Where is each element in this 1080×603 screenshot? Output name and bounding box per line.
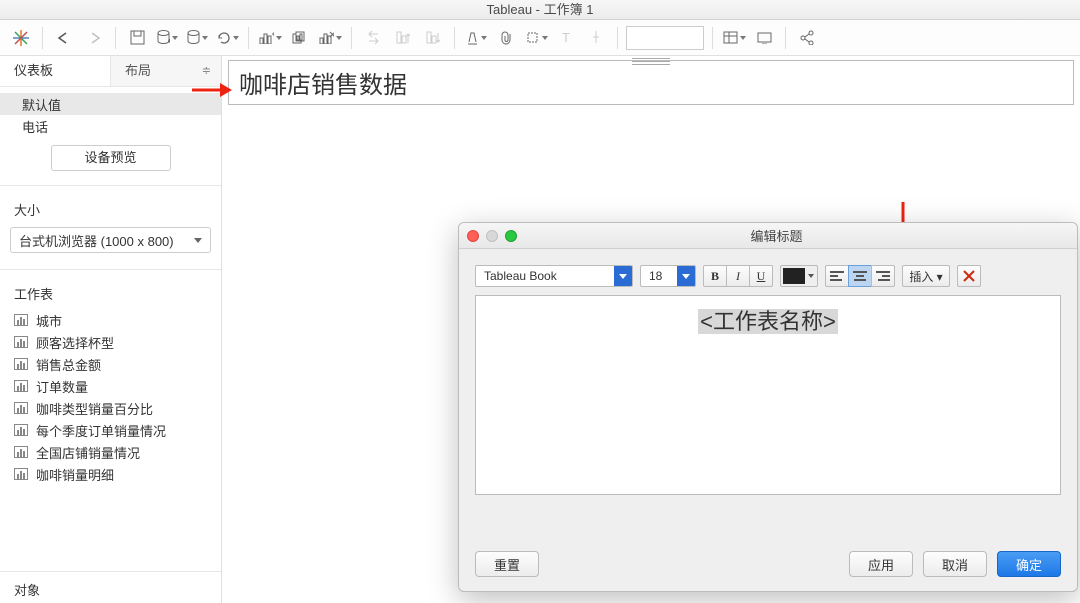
bar-chart-icon xyxy=(14,402,28,414)
size-dropdown[interactable]: 台式机浏览器 (1000 x 800) xyxy=(10,227,211,253)
sheet-label: 顾客选择杯型 xyxy=(36,333,114,352)
app-title-bar: Tableau - 工作簿 1 xyxy=(0,0,1080,20)
back-icon[interactable] xyxy=(50,24,78,52)
apply-button[interactable]: 应用 xyxy=(849,551,913,577)
reset-button[interactable]: 重置 xyxy=(475,551,539,577)
bar-chart-icon xyxy=(14,424,28,436)
sidebar-item-sheet[interactable]: 销售总金额 xyxy=(0,353,221,375)
sidebar-item-phone[interactable]: 电话 xyxy=(0,115,221,137)
align-right-button[interactable] xyxy=(871,265,895,287)
sheet-label: 每个季度订单销量情况 xyxy=(36,421,166,440)
ok-button[interactable]: 确定 xyxy=(997,551,1061,577)
bar-chart-icon xyxy=(14,446,28,458)
tableau-logo-icon xyxy=(7,24,35,52)
clear-formatting-button[interactable] xyxy=(957,265,981,287)
font-size-select[interactable]: 18 xyxy=(640,265,696,287)
bar-chart-icon xyxy=(14,358,28,370)
highlight-icon[interactable] xyxy=(462,24,490,52)
sheet-label: 全国店铺销量情况 xyxy=(36,443,140,462)
minimize-traffic-light-icon xyxy=(486,230,498,242)
font-family-select[interactable]: Tableau Book xyxy=(475,265,633,287)
sidebar-item-sheet[interactable]: 全国店铺销量情况 xyxy=(0,441,221,463)
sidebar-item-sheet[interactable]: 咖啡销量明细 xyxy=(0,463,221,485)
svg-text:T: T xyxy=(562,31,570,44)
new-datasource-icon[interactable] xyxy=(153,24,181,52)
sheet-label: 订单数量 xyxy=(36,377,88,396)
refresh-datasource-icon[interactable] xyxy=(183,24,211,52)
bar-chart-icon xyxy=(14,314,28,326)
fit-dropdown[interactable] xyxy=(626,26,704,50)
crop-icon[interactable] xyxy=(522,24,550,52)
objects-header: 对象 xyxy=(0,571,221,603)
device-preview-button[interactable]: 设备预览 xyxy=(51,145,171,171)
sheet-label: 咖啡销量明细 xyxy=(36,465,114,484)
sheet-label: 咖啡类型销量百分比 xyxy=(36,399,153,418)
cancel-button[interactable]: 取消 xyxy=(923,551,987,577)
duplicate-sheet-icon[interactable] xyxy=(286,24,314,52)
show-me-icon[interactable] xyxy=(720,24,748,52)
align-center-button[interactable] xyxy=(848,265,872,287)
size-header: 大小 xyxy=(0,192,221,223)
dialog-title: 编辑标题 xyxy=(524,226,1029,245)
bar-chart-icon xyxy=(14,468,28,480)
zoom-traffic-light-icon[interactable] xyxy=(505,230,517,242)
app-title: Tableau - 工作簿 1 xyxy=(487,2,594,17)
dashboard-title[interactable]: 咖啡店销售数据 xyxy=(228,60,1074,105)
font-color-button[interactable] xyxy=(780,265,818,287)
sidebar-item-sheet[interactable]: 订单数量 xyxy=(0,375,221,397)
share-icon[interactable] xyxy=(793,24,821,52)
sidebar: 仪表板 布局 默认值 电话 设备预览 大小 台式机浏览器 (1000 x 800… xyxy=(0,56,222,603)
tab-dashboard[interactable]: 仪表板 xyxy=(0,56,111,86)
edit-title-dialog: 编辑标题 Tableau Book 18 B I U 插入 ▾ <工作表名称> … xyxy=(458,222,1078,592)
clear-sheet-icon[interactable] xyxy=(316,24,344,52)
swap-icon[interactable] xyxy=(359,24,387,52)
undo-icon[interactable] xyxy=(213,24,241,52)
drag-handle-icon[interactable] xyxy=(632,56,670,66)
save-icon[interactable] xyxy=(123,24,151,52)
sidebar-item-sheet[interactable]: 顾客选择杯型 xyxy=(0,331,221,353)
close-traffic-light-icon[interactable] xyxy=(467,230,479,242)
title-editor[interactable]: <工作表名称> xyxy=(475,295,1061,495)
new-worksheet-icon[interactable] xyxy=(256,24,284,52)
sidebar-item-sheet[interactable]: 每个季度订单销量情况 xyxy=(0,419,221,441)
pin-icon[interactable] xyxy=(582,24,610,52)
attachment-icon[interactable] xyxy=(492,24,520,52)
sheets-header: 工作表 xyxy=(0,276,221,307)
tab-layout[interactable]: 布局 xyxy=(111,56,221,86)
text-icon[interactable]: T xyxy=(552,24,580,52)
insert-dropdown[interactable]: 插入 ▾ xyxy=(902,265,950,287)
bold-button[interactable]: B xyxy=(703,265,727,287)
align-left-button[interactable] xyxy=(825,265,849,287)
main-toolbar: T xyxy=(0,20,1080,56)
sort-desc-icon[interactable] xyxy=(419,24,447,52)
bar-chart-icon xyxy=(14,336,28,348)
sidebar-item-sheet[interactable]: 城市 xyxy=(0,309,221,331)
sheet-label: 城市 xyxy=(36,311,62,330)
sort-asc-icon[interactable] xyxy=(389,24,417,52)
sheet-label: 销售总金额 xyxy=(36,355,101,374)
sidebar-item-default[interactable]: 默认值 xyxy=(0,93,221,115)
forward-icon[interactable] xyxy=(80,24,108,52)
italic-button[interactable]: I xyxy=(726,265,750,287)
underline-button[interactable]: U xyxy=(749,265,773,287)
presentation-icon[interactable] xyxy=(750,24,778,52)
bar-chart-icon xyxy=(14,380,28,392)
sidebar-item-sheet[interactable]: 咖啡类型销量百分比 xyxy=(0,397,221,419)
title-placeholder-token[interactable]: <工作表名称> xyxy=(698,309,838,334)
